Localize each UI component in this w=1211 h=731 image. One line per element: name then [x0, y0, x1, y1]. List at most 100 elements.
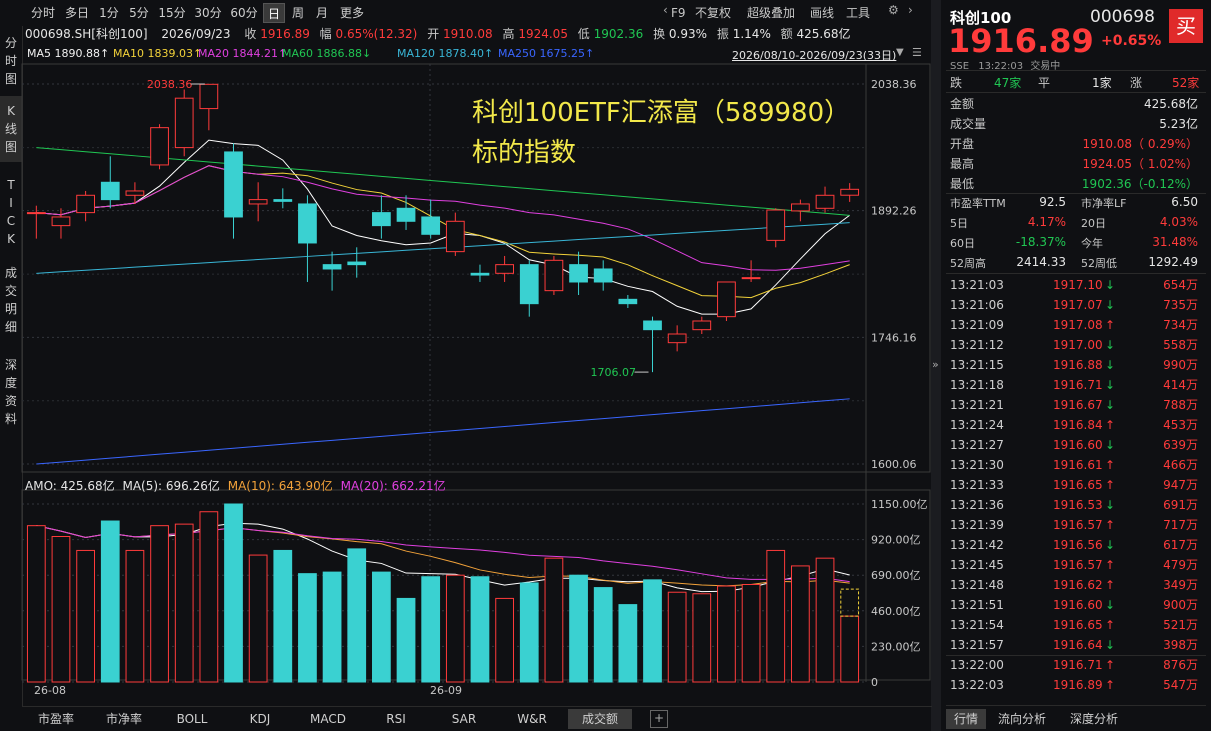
indicator-tab-2[interactable]: BOLL [160, 709, 224, 729]
tick-time: 13:21:36 [950, 498, 1004, 512]
tick-row: 13:21:51 1916.60 ↓ 900万 [950, 595, 1202, 615]
tick-time: 13:21:57 [950, 638, 1004, 652]
metric-label: 市净率LF [1081, 197, 1127, 210]
tick-volume: 547万 [1163, 678, 1198, 692]
down-arrow-icon: ↓ [1105, 638, 1116, 652]
right-tab-2[interactable]: 深度分析 [1058, 709, 1130, 729]
volume-bar [815, 557, 835, 683]
indicator-tab-0[interactable]: 市盈率 [24, 709, 88, 729]
indicator-tab-1[interactable]: 市净率 [92, 709, 156, 729]
candle-body [692, 320, 712, 331]
volume-axis-label: 690.00亿 [871, 569, 921, 582]
tick-volume: 788万 [1163, 398, 1198, 412]
candle-body [125, 190, 145, 196]
volume-bar [396, 597, 416, 683]
indicator-tab-4[interactable]: MACD [296, 709, 360, 729]
tick-time: 13:21:18 [950, 378, 1004, 392]
indicator-tab-6[interactable]: SAR [432, 709, 496, 729]
buy-button[interactable]: 买 [1169, 9, 1203, 43]
volume-bar [667, 591, 687, 683]
down-label: 跌 [950, 76, 963, 90]
volume-bar [347, 548, 367, 683]
tick-time: 13:21:39 [950, 518, 1004, 532]
candle-body [643, 320, 662, 331]
down-arrow-icon: ↓ [1105, 438, 1116, 452]
down-arrow-icon: ↓ [1105, 378, 1116, 392]
tick-row: 13:21:18 1916.71 ↓ 414万 [950, 375, 1202, 395]
right-tab-1[interactable]: 流向分析 [988, 709, 1056, 729]
tick-row: 13:21:09 1917.08 ↑ 734万 [950, 315, 1202, 335]
stat-value: 425.68亿 [1144, 97, 1198, 111]
tick-row: 13:21:30 1916.61 ↑ 466万 [950, 455, 1202, 475]
expand-arrow-icon[interactable]: » [932, 358, 939, 371]
down-arrow-icon: ↓ [1105, 338, 1116, 352]
tick-row: 13:21:45 1916.57 ↑ 479万 [950, 555, 1202, 575]
tick-price: 1916.57 [1053, 558, 1103, 572]
right-tab-0[interactable]: 行情 [946, 709, 986, 729]
up-arrow-icon: ↑ [1105, 418, 1116, 432]
stat-row: 最低 1902.36（-0.12%） [950, 175, 1202, 195]
volume-axis-label: 460.00亿 [871, 605, 921, 618]
volume-bar [224, 503, 243, 683]
tick-time: 13:22:00 [950, 658, 1004, 672]
stat-row: 最高 1924.05（ 1.02%） [950, 155, 1202, 175]
down-arrow-icon: ↓ [1105, 358, 1116, 372]
tick-row: 13:21:33 1916.65 ↑ 947万 [950, 475, 1202, 495]
down-arrow-icon: ↓ [1105, 278, 1116, 292]
flat-count: 1家 [1092, 76, 1112, 90]
candle-body [766, 209, 786, 241]
candle-body [224, 151, 243, 218]
tick-price: 1917.10 [1053, 278, 1103, 292]
tick-volume: 479万 [1163, 558, 1198, 572]
volume-bar [174, 523, 194, 683]
volume-bar [618, 604, 638, 683]
candle-body [717, 281, 736, 318]
indicator-tab-3[interactable]: KDJ [228, 709, 292, 729]
tick-price: 1916.65 [1053, 478, 1103, 492]
candle-body [51, 216, 71, 227]
down-arrow-icon: ↓ [1105, 498, 1116, 512]
volume-bar [248, 554, 268, 683]
down-arrow-icon: ↓ [1105, 598, 1116, 612]
indicator-tab-5[interactable]: RSI [364, 709, 428, 729]
volume-bar [717, 585, 736, 683]
volume-bar [372, 571, 391, 683]
candle-body [322, 264, 342, 270]
tick-price: 1916.84 [1053, 418, 1103, 432]
candle-body [199, 83, 219, 110]
candle-body [150, 127, 169, 166]
tick-row: 13:21:57 1916.64 ↓ 398万 [950, 635, 1202, 655]
tick-time: 13:21:51 [950, 598, 1004, 612]
tick-price: 1916.88 [1053, 358, 1103, 372]
tick-row: 13:21:27 1916.60 ↓ 639万 [950, 435, 1202, 455]
candle-body [840, 188, 860, 196]
vol-ma20-label: MA(20): 662.21亿 [340, 479, 446, 493]
indicator-tab-8[interactable]: 成交额 [568, 709, 632, 729]
tick-volume: 349万 [1163, 578, 1198, 592]
price-axis-label: 1746.16 [871, 331, 917, 344]
metric-label: 52周低 [1081, 257, 1117, 270]
add-tab-button[interactable]: + [650, 710, 668, 728]
down-arrow-icon: ↓ [1105, 538, 1116, 552]
stat-label: 最低 [950, 177, 975, 191]
tick-price: 1916.64 [1053, 638, 1103, 652]
volume-bar [150, 525, 169, 683]
indicator-tab-7[interactable]: W&R [500, 709, 564, 729]
candle-body [667, 333, 687, 344]
tick-price: 1916.61 [1053, 458, 1103, 472]
stat-label: 成交量 [950, 117, 987, 131]
stat-value: 1924.05（ 1.02%） [1082, 157, 1198, 171]
metric-row: 60日 -18.37% 今年 31.48% [950, 235, 1202, 255]
volume-bar [495, 597, 514, 683]
tick-price: 1916.65 [1053, 618, 1103, 632]
candle-body [741, 277, 761, 280]
price-axis-label: 1892.26 [871, 205, 917, 218]
volume-bar [445, 574, 465, 683]
up-arrow-icon: ↑ [1105, 658, 1116, 672]
metric-value: 2414.33 [1016, 255, 1066, 269]
candle-body [791, 203, 810, 212]
ma10-line [36, 165, 850, 299]
chart-title-line1: 科创100ETF汇添富（589980） [472, 98, 851, 128]
tick-price: 1916.62 [1053, 578, 1103, 592]
tick-price: 1916.89 [1053, 678, 1103, 692]
